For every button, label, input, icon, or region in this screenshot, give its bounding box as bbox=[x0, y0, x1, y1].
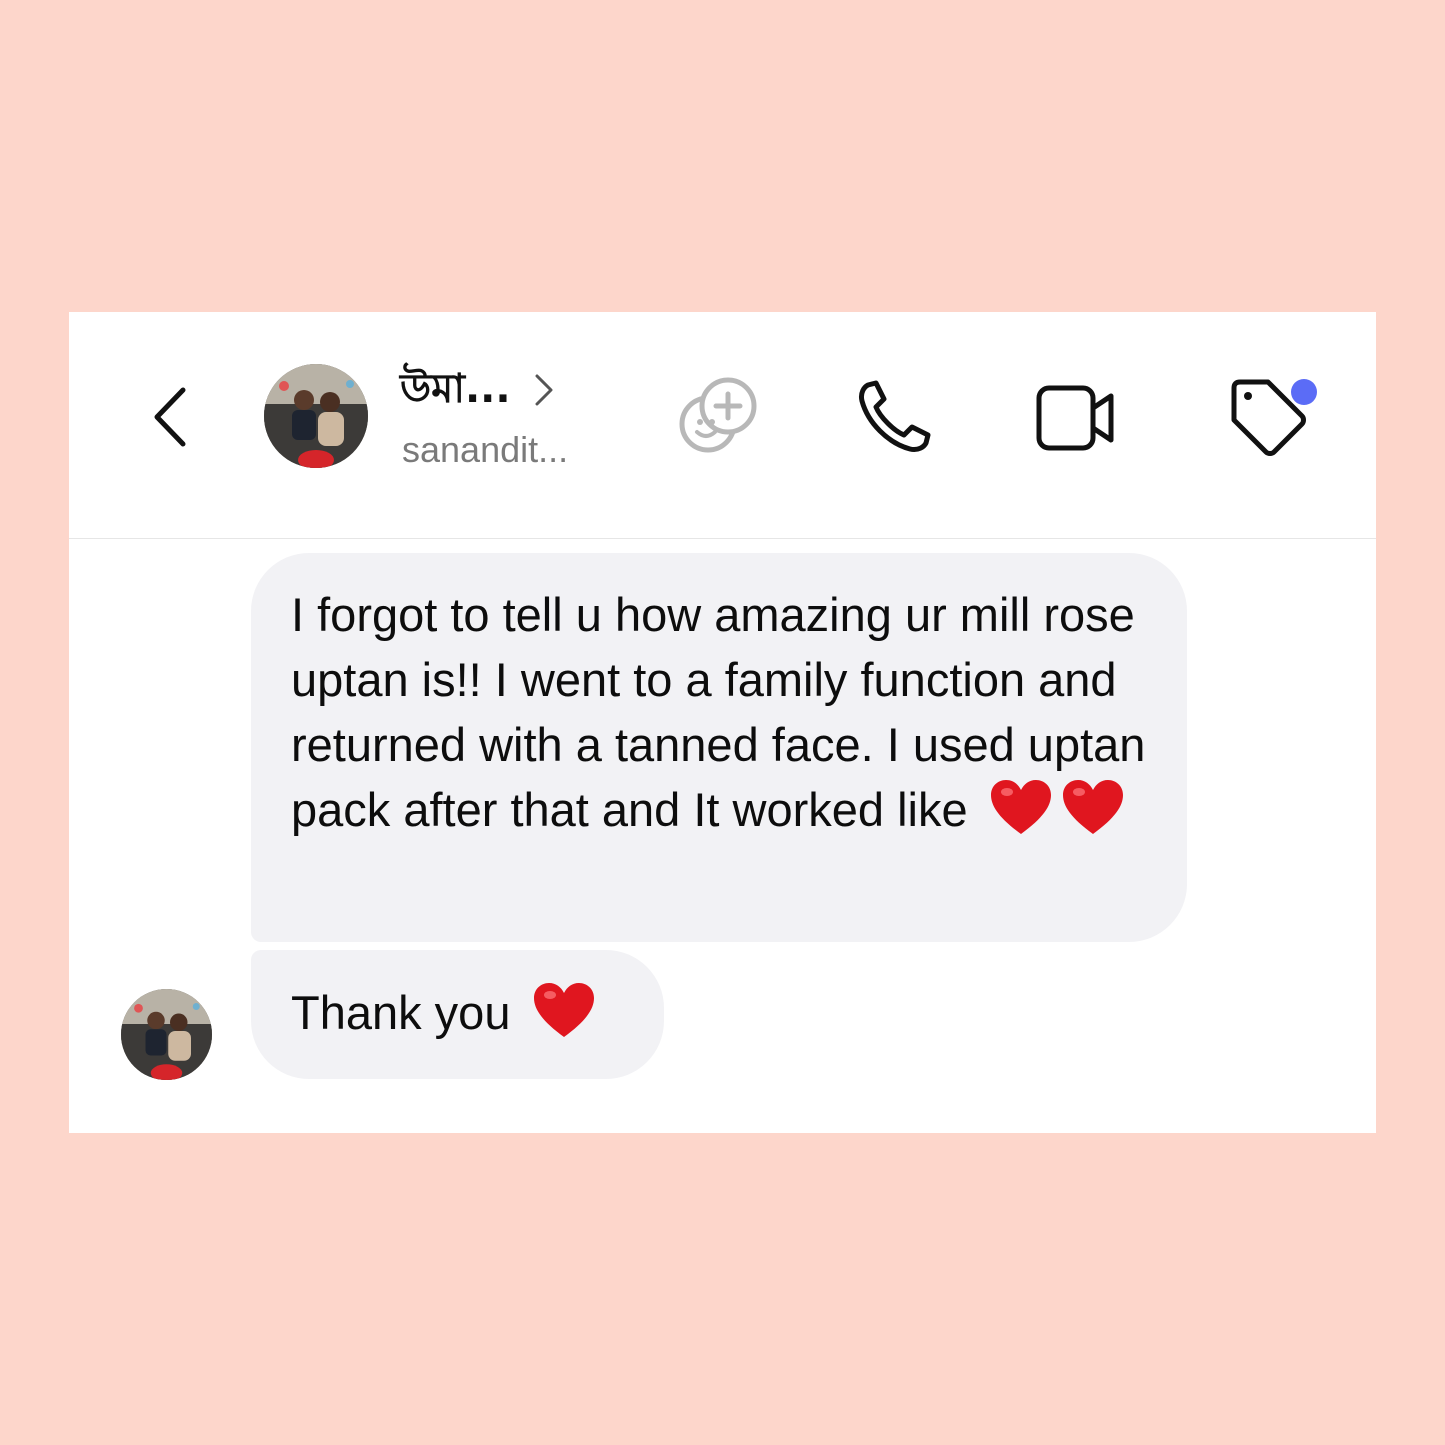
message-thread[interactable]: I forgot to tell u how amazing ur mill r… bbox=[69, 539, 1376, 1133]
notification-dot bbox=[1291, 379, 1317, 405]
message-bubble[interactable]: Thank you bbox=[251, 950, 664, 1079]
contact-name[interactable]: উমা... bbox=[400, 357, 511, 424]
message-bubble[interactable]: I forgot to tell u how amazing ur mill r… bbox=[251, 553, 1187, 942]
video-camera-icon[interactable] bbox=[1035, 382, 1117, 454]
chevron-right-icon bbox=[535, 374, 553, 406]
sender-avatar[interactable] bbox=[121, 989, 212, 1080]
back-arrow-icon[interactable] bbox=[147, 382, 197, 452]
phone-icon[interactable] bbox=[854, 377, 934, 457]
contact-avatar[interactable] bbox=[264, 364, 368, 468]
red-heart-emoji bbox=[990, 780, 1051, 834]
red-heart-emoji bbox=[1062, 780, 1123, 834]
message-text: Thank you bbox=[291, 986, 511, 1039]
tag-icon[interactable] bbox=[1226, 374, 1322, 462]
contact-username: sanandit... bbox=[402, 429, 569, 470]
chat-header: উমা... sanandit... bbox=[69, 312, 1376, 539]
red-heart-emoji bbox=[533, 983, 594, 1037]
chat-card: উমা... sanandit... I forgot to tell u ho… bbox=[69, 312, 1376, 1133]
sticker-add-icon[interactable] bbox=[676, 374, 760, 458]
contact-name-row[interactable]: উমা... bbox=[400, 362, 555, 418]
